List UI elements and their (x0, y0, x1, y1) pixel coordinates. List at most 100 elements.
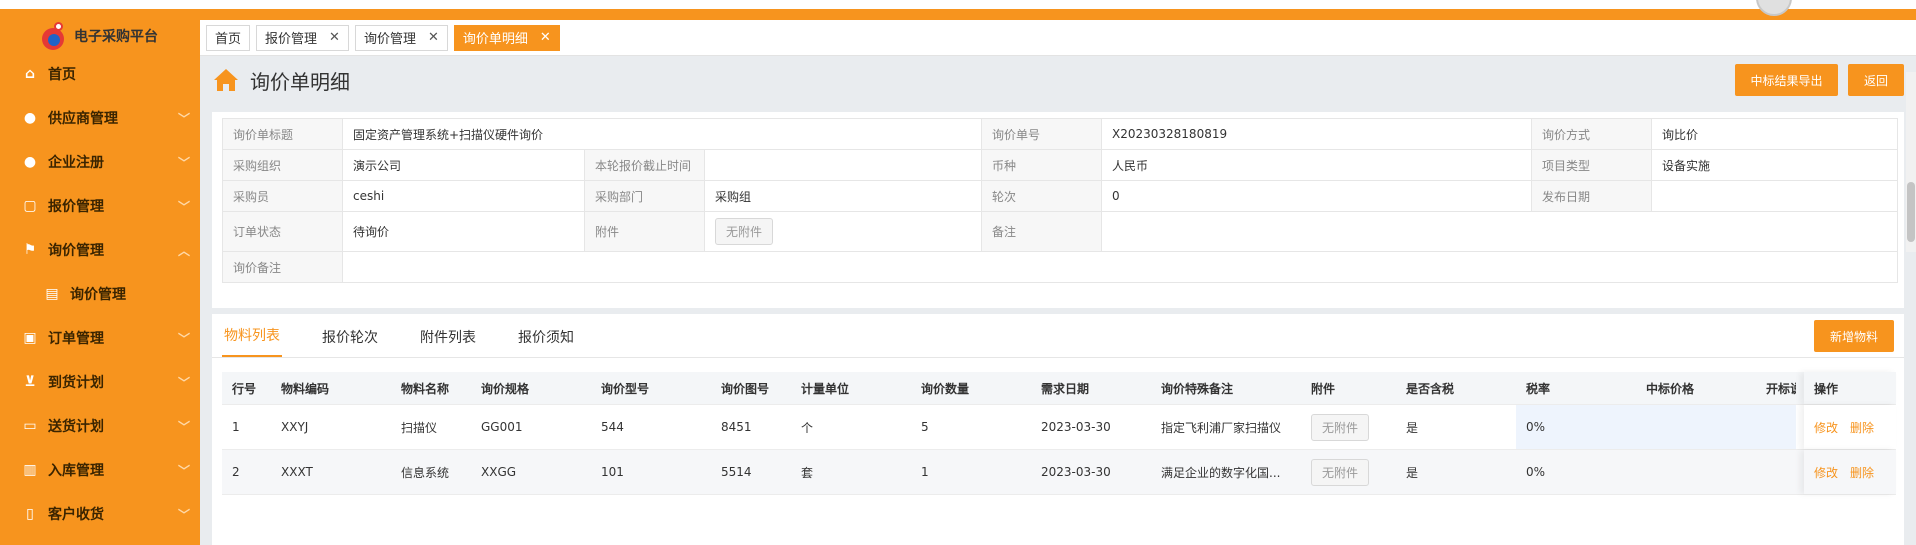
cell-material-name: 扫描仪 (401, 420, 438, 435)
column-header: 询价数量 (921, 381, 970, 396)
back-button[interactable]: 返回 (1848, 64, 1904, 96)
sidebar-item-quote[interactable]: ▢ 报价管理 ﹀ (0, 184, 200, 228)
tab-home[interactable]: 首页 (206, 24, 251, 51)
materials-panel: 物料列表 报价轮次 附件列表 报价须知 新增物料 行号 物料编码 物料名称 询价… (212, 314, 1904, 545)
sidebar-item-delivery[interactable]: ▭ 送货计划 ﹀ (0, 404, 200, 448)
inquiry-info-panel: 询价单标题 固定资产管理系统+扫描仪硬件询价 询价单号 X20230328180… (212, 112, 1904, 308)
tab-inquiry[interactable]: 询价管理 ✕ (354, 24, 448, 51)
truck-icon: ▭ (23, 418, 37, 434)
sidebar-item-label: 送货计划 (48, 419, 104, 435)
column-header: 物料编码 (281, 381, 330, 396)
field-method-value: 询比价 (1651, 118, 1898, 150)
material-table: 行号 物料编码 物料名称 询价规格 询价型号 询价图号 计量单位 询价数量 需求… (222, 372, 1896, 495)
column-header: 开标说 (1766, 381, 1796, 396)
subtab-bar: 物料列表 报价轮次 附件列表 报价须知 (212, 314, 1904, 358)
field-label: 轮次 (981, 180, 1102, 212)
sidebar-item-label: 订单管理 (48, 331, 104, 347)
sidebar-item-home[interactable]: ⌂ 首页 (0, 52, 200, 96)
sidebar-item-label: 供应商管理 (48, 111, 118, 127)
page-header: 询价单明细 中标结果导出 返回 (200, 56, 1916, 104)
row-actions: 修改 删除 (1804, 450, 1896, 494)
cell-spec: GG001 (481, 420, 523, 434)
cell-date: 2023-03-30 (1041, 420, 1111, 434)
field-label: 附件 (584, 211, 705, 252)
app-logo[interactable]: 电子采购平台 (0, 20, 200, 52)
chevron-down-icon: ﹀ (177, 112, 190, 126)
field-label: 询价备注 (222, 251, 343, 283)
cell-bid-price (1636, 405, 1756, 449)
edit-link[interactable]: 修改 (1814, 419, 1838, 436)
chevron-down-icon: ﹀ (177, 376, 190, 390)
cart-icon: ⊻ (24, 374, 36, 390)
sidebar-item-inquiry[interactable]: ⚑ 询价管理 ︿ (0, 228, 200, 272)
scrollbar-thumb[interactable] (1907, 182, 1915, 242)
cell-tax-included: 是 (1406, 465, 1419, 480)
vertical-scrollbar[interactable] (1906, 72, 1916, 252)
tab-quote[interactable]: 报价管理 ✕ (256, 24, 349, 51)
cell-row-no: 2 (232, 465, 240, 479)
column-header: 附件 (1311, 381, 1336, 396)
sidebar-item-label: 到货计划 (48, 375, 104, 391)
column-header: 中标价格 (1646, 381, 1695, 396)
close-icon[interactable]: ✕ (428, 30, 439, 45)
column-header: 询价型号 (601, 381, 650, 396)
chevron-down-icon: ﹀ (177, 464, 190, 478)
sidebar-item-inbound[interactable]: ▥ 入库管理 ﹀ (0, 448, 200, 492)
field-pubdate-value (1651, 180, 1898, 212)
field-label: 本轮报价截止时间 (584, 149, 705, 181)
sidebar-subitem-inquiry[interactable]: ▤ 询价管理 (0, 272, 200, 316)
cell-spec: XXGG (481, 465, 517, 479)
row-actions: 修改 删除 (1804, 405, 1896, 449)
no-attachment-button[interactable]: 无附件 (1311, 413, 1370, 441)
sidebar-item-label: 客户收货 (48, 507, 104, 523)
no-attachment-button[interactable]: 无附件 (1311, 458, 1370, 486)
tab-attachment-list[interactable]: 附件列表 (418, 327, 478, 357)
field-label: 询价方式 (1531, 118, 1652, 150)
tab-quote-notice[interactable]: 报价须知 (516, 327, 576, 357)
export-bid-result-button[interactable]: 中标结果导出 (1735, 64, 1838, 96)
cell-model: 544 (601, 420, 624, 434)
cell-remark: 指定飞利浦厂家扫描仪 (1161, 420, 1282, 435)
close-icon[interactable]: ✕ (540, 30, 551, 45)
no-attachment-button[interactable]: 无附件 (715, 218, 774, 245)
field-label: 询价单标题 (222, 118, 343, 150)
delete-link[interactable]: 删除 (1850, 419, 1874, 436)
tab-material-list[interactable]: 物料列表 (222, 325, 282, 357)
sidebar-item-supplier[interactable]: ● 供应商管理 ﹀ (0, 96, 200, 140)
add-material-button[interactable]: 新增物料 (1814, 320, 1894, 352)
cell-material-code: XXYJ (281, 420, 309, 434)
field-no-value: X20230328180819 (1101, 118, 1532, 150)
sidebar-item-order[interactable]: ▣ 订单管理 ﹀ (0, 316, 200, 360)
column-header: 行号 (232, 381, 257, 396)
sidebar-item-label: 企业注册 (48, 155, 104, 171)
tab-label: 询价单明细 (462, 32, 528, 47)
tab-inquiry-detail[interactable]: 询价单明细 ✕ (453, 24, 560, 51)
table-row: 1 XXYJ 扫描仪 GG001 544 8451 个 5 2023-03-30… (222, 405, 1896, 450)
sidebar-item-label: 询价管理 (70, 287, 126, 303)
column-header: 需求日期 (1041, 381, 1090, 396)
cell-date: 2023-03-30 (1041, 465, 1111, 479)
field-status-value: 待询价 (342, 211, 585, 252)
sidebar-item-receipt[interactable]: ▯ 客户收货 ﹀ (0, 492, 200, 536)
tab-label: 报价管理 (265, 32, 318, 47)
column-header: 计量单位 (801, 381, 850, 396)
field-remark-value (1101, 211, 1898, 252)
sidebar-item-label: 首页 (48, 67, 76, 83)
app-title: 电子采购平台 (74, 29, 158, 45)
document-icon: ▢ (23, 198, 37, 214)
edit-link[interactable]: 修改 (1814, 464, 1838, 481)
field-dept-value: 采购组 (704, 180, 982, 212)
inquiry-info-table: 询价单标题 固定资产管理系统+扫描仪硬件询价 询价单号 X20230328180… (222, 118, 1898, 283)
sidebar-item-register[interactable]: ● 企业注册 ﹀ (0, 140, 200, 184)
cell-material-code: XXXT (281, 465, 313, 479)
column-header: 询价规格 (481, 381, 530, 396)
sidebar-item-arrival[interactable]: ⊻ 到货计划 ﹀ (0, 360, 200, 404)
tab-quote-rounds[interactable]: 报价轮次 (320, 327, 380, 357)
order-icon: ▣ (23, 330, 37, 346)
sidebar-item-label: 报价管理 (48, 199, 104, 215)
chevron-down-icon: ﹀ (177, 420, 190, 434)
field-note-value (342, 251, 1898, 283)
delete-link[interactable]: 删除 (1850, 464, 1874, 481)
logo-icon (40, 22, 68, 50)
close-icon[interactable]: ✕ (329, 30, 340, 45)
